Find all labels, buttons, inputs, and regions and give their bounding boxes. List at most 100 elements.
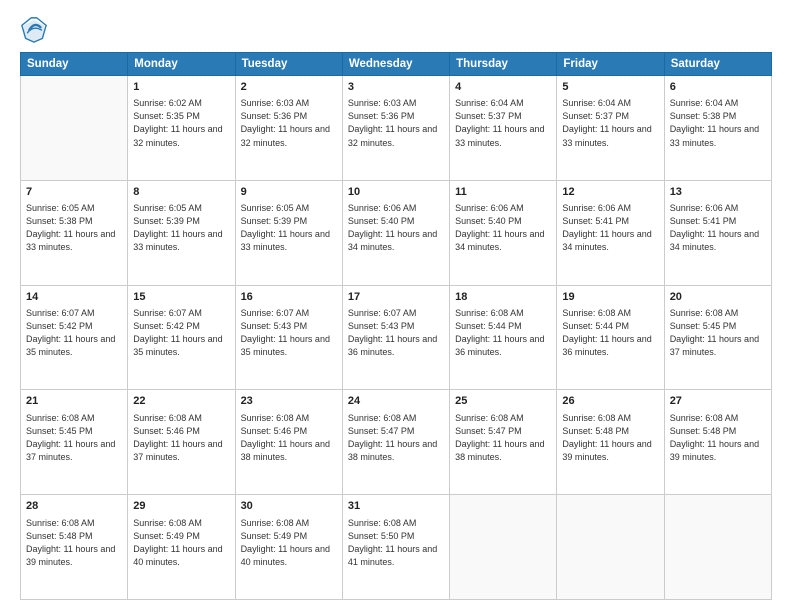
calendar-cell: 19 Sunrise: 6:08 AMSunset: 5:44 PMDayligh… [557, 285, 664, 390]
calendar-cell: 12Sunrise: 6:06 AMSunset: 5:41 PMDayligh… [557, 180, 664, 285]
day-number: 3 [348, 80, 444, 95]
calendar-cell [557, 495, 664, 600]
day-info: Sunrise: 6:03 AMSunset: 5:36 PMDaylight:… [348, 97, 444, 149]
calendar-cell: 1Sunrise: 6:02 AMSunset: 5:35 PMDaylight… [128, 76, 235, 181]
day-number: 16 [241, 290, 337, 305]
day-info: Sunrise: 6:05 AMSunset: 5:39 PMDaylight:… [241, 202, 337, 254]
day-number: 19 [562, 290, 658, 305]
day-number: 11 [455, 185, 551, 200]
calendar-cell: 31 Sunrise: 6:08 AMSunset: 5:50 PMDayligh… [342, 495, 449, 600]
header [20, 16, 772, 44]
calendar-cell: 26 Sunrise: 6:08 AMSunset: 5:48 PMDayligh… [557, 390, 664, 495]
week-row-5: 28 Sunrise: 6:08 AMSunset: 5:48 PMDayligh… [21, 495, 772, 600]
calendar-cell: 9Sunrise: 6:05 AMSunset: 5:39 PMDaylight… [235, 180, 342, 285]
day-info: Sunrise: 6:08 AMSunset: 5:45 PMDaylight:… [670, 307, 766, 359]
day-number: 23 [241, 394, 337, 409]
day-info: Sunrise: 6:07 AMSunset: 5:42 PMDaylight:… [133, 307, 229, 359]
logo [20, 16, 52, 44]
day-number: 29 [133, 499, 229, 514]
day-number: 6 [670, 80, 766, 95]
day-info: Sunrise: 6:08 AMSunset: 5:50 PMDaylight:… [348, 517, 444, 569]
day-info: Sunrise: 6:08 AMSunset: 5:48 PMDaylight:… [26, 517, 122, 569]
page: SundayMondayTuesdayWednesdayThursdayFrid… [0, 0, 792, 612]
day-info: Sunrise: 6:05 AMSunset: 5:39 PMDaylight:… [133, 202, 229, 254]
calendar-cell: 13 Sunrise: 6:06 AMSunset: 5:41 PMDayligh… [664, 180, 771, 285]
calendar-cell: 7 Sunrise: 6:05 AMSunset: 5:38 PMDaylight… [21, 180, 128, 285]
calendar-cell: 14 Sunrise: 6:07 AMSunset: 5:42 PMDayligh… [21, 285, 128, 390]
day-number: 10 [348, 185, 444, 200]
day-info: Sunrise: 6:06 AMSunset: 5:41 PMDaylight:… [562, 202, 658, 254]
day-number: 24 [348, 394, 444, 409]
weekday-header-monday: Monday [128, 53, 235, 76]
calendar-cell: 20Sunrise: 6:08 AMSunset: 5:45 PMDayligh… [664, 285, 771, 390]
day-info: Sunrise: 6:07 AMSunset: 5:43 PMDaylight:… [241, 307, 337, 359]
day-info: Sunrise: 6:06 AMSunset: 5:40 PMDaylight:… [348, 202, 444, 254]
calendar-cell: 28 Sunrise: 6:08 AMSunset: 5:48 PMDayligh… [21, 495, 128, 600]
day-number: 4 [455, 80, 551, 95]
weekday-header-friday: Friday [557, 53, 664, 76]
day-info: Sunrise: 6:08 AMSunset: 5:45 PMDaylight:… [26, 412, 122, 464]
weekday-header-tuesday: Tuesday [235, 53, 342, 76]
week-row-3: 14 Sunrise: 6:07 AMSunset: 5:42 PMDayligh… [21, 285, 772, 390]
week-row-1: 1Sunrise: 6:02 AMSunset: 5:35 PMDaylight… [21, 76, 772, 181]
calendar-table: SundayMondayTuesdayWednesdayThursdayFrid… [20, 52, 772, 600]
calendar-cell: 11 Sunrise: 6:06 AMSunset: 5:40 PMDayligh… [450, 180, 557, 285]
day-info: Sunrise: 6:08 AMSunset: 5:49 PMDaylight:… [133, 517, 229, 569]
day-number: 26 [562, 394, 658, 409]
day-info: Sunrise: 6:08 AMSunset: 5:48 PMDaylight:… [670, 412, 766, 464]
calendar-cell: 23 Sunrise: 6:08 AMSunset: 5:46 PMDayligh… [235, 390, 342, 495]
calendar-cell: 25Sunrise: 6:08 AMSunset: 5:47 PMDayligh… [450, 390, 557, 495]
day-info: Sunrise: 6:08 AMSunset: 5:46 PMDaylight:… [241, 412, 337, 464]
day-number: 2 [241, 80, 337, 95]
day-info: Sunrise: 6:07 AMSunset: 5:43 PMDaylight:… [348, 307, 444, 359]
day-number: 17 [348, 290, 444, 305]
day-info: Sunrise: 6:04 AMSunset: 5:38 PMDaylight:… [670, 97, 766, 149]
calendar-cell: 18 Sunrise: 6:08 AMSunset: 5:44 PMDayligh… [450, 285, 557, 390]
calendar-cell: 27 Sunrise: 6:08 AMSunset: 5:48 PMDayligh… [664, 390, 771, 495]
day-number: 14 [26, 290, 122, 305]
day-number: 15 [133, 290, 229, 305]
calendar-cell: 3 Sunrise: 6:03 AMSunset: 5:36 PMDaylight… [342, 76, 449, 181]
calendar-cell: 21 Sunrise: 6:08 AMSunset: 5:45 PMDayligh… [21, 390, 128, 495]
logo-icon [20, 16, 48, 44]
week-row-2: 7 Sunrise: 6:05 AMSunset: 5:38 PMDaylight… [21, 180, 772, 285]
day-info: Sunrise: 6:08 AMSunset: 5:47 PMDaylight:… [348, 412, 444, 464]
calendar-cell: 5 Sunrise: 6:04 AMSunset: 5:37 PMDaylight… [557, 76, 664, 181]
day-number: 27 [670, 394, 766, 409]
day-info: Sunrise: 6:08 AMSunset: 5:46 PMDaylight:… [133, 412, 229, 464]
day-info: Sunrise: 6:02 AMSunset: 5:35 PMDaylight:… [133, 97, 229, 149]
calendar-cell: 30Sunrise: 6:08 AMSunset: 5:49 PMDayligh… [235, 495, 342, 600]
day-info: Sunrise: 6:07 AMSunset: 5:42 PMDaylight:… [26, 307, 122, 359]
calendar-cell: 8 Sunrise: 6:05 AMSunset: 5:39 PMDaylight… [128, 180, 235, 285]
day-info: Sunrise: 6:03 AMSunset: 5:36 PMDaylight:… [241, 97, 337, 149]
day-info: Sunrise: 6:08 AMSunset: 5:47 PMDaylight:… [455, 412, 551, 464]
day-info: Sunrise: 6:04 AMSunset: 5:37 PMDaylight:… [455, 97, 551, 149]
day-number: 31 [348, 499, 444, 514]
day-info: Sunrise: 6:05 AMSunset: 5:38 PMDaylight:… [26, 202, 122, 254]
calendar-cell [664, 495, 771, 600]
calendar-cell: 15 Sunrise: 6:07 AMSunset: 5:42 PMDayligh… [128, 285, 235, 390]
day-number: 7 [26, 185, 122, 200]
day-number: 8 [133, 185, 229, 200]
day-number: 30 [241, 499, 337, 514]
weekday-header-sunday: Sunday [21, 53, 128, 76]
weekday-header-row: SundayMondayTuesdayWednesdayThursdayFrid… [21, 53, 772, 76]
day-number: 28 [26, 499, 122, 514]
calendar-cell: 2 Sunrise: 6:03 AMSunset: 5:36 PMDaylight… [235, 76, 342, 181]
day-number: 5 [562, 80, 658, 95]
day-info: Sunrise: 6:08 AMSunset: 5:44 PMDaylight:… [562, 307, 658, 359]
day-number: 18 [455, 290, 551, 305]
calendar-cell: 10 Sunrise: 6:06 AMSunset: 5:40 PMDayligh… [342, 180, 449, 285]
day-number: 13 [670, 185, 766, 200]
calendar-cell: 22 Sunrise: 6:08 AMSunset: 5:46 PMDayligh… [128, 390, 235, 495]
day-info: Sunrise: 6:08 AMSunset: 5:44 PMDaylight:… [455, 307, 551, 359]
day-number: 22 [133, 394, 229, 409]
day-info: Sunrise: 6:08 AMSunset: 5:48 PMDaylight:… [562, 412, 658, 464]
day-info: Sunrise: 6:06 AMSunset: 5:41 PMDaylight:… [670, 202, 766, 254]
day-number: 21 [26, 394, 122, 409]
day-info: Sunrise: 6:06 AMSunset: 5:40 PMDaylight:… [455, 202, 551, 254]
calendar-cell: 4 Sunrise: 6:04 AMSunset: 5:37 PMDaylight… [450, 76, 557, 181]
calendar-cell: 29 Sunrise: 6:08 AMSunset: 5:49 PMDayligh… [128, 495, 235, 600]
calendar-cell: 17 Sunrise: 6:07 AMSunset: 5:43 PMDayligh… [342, 285, 449, 390]
day-info: Sunrise: 6:04 AMSunset: 5:37 PMDaylight:… [562, 97, 658, 149]
